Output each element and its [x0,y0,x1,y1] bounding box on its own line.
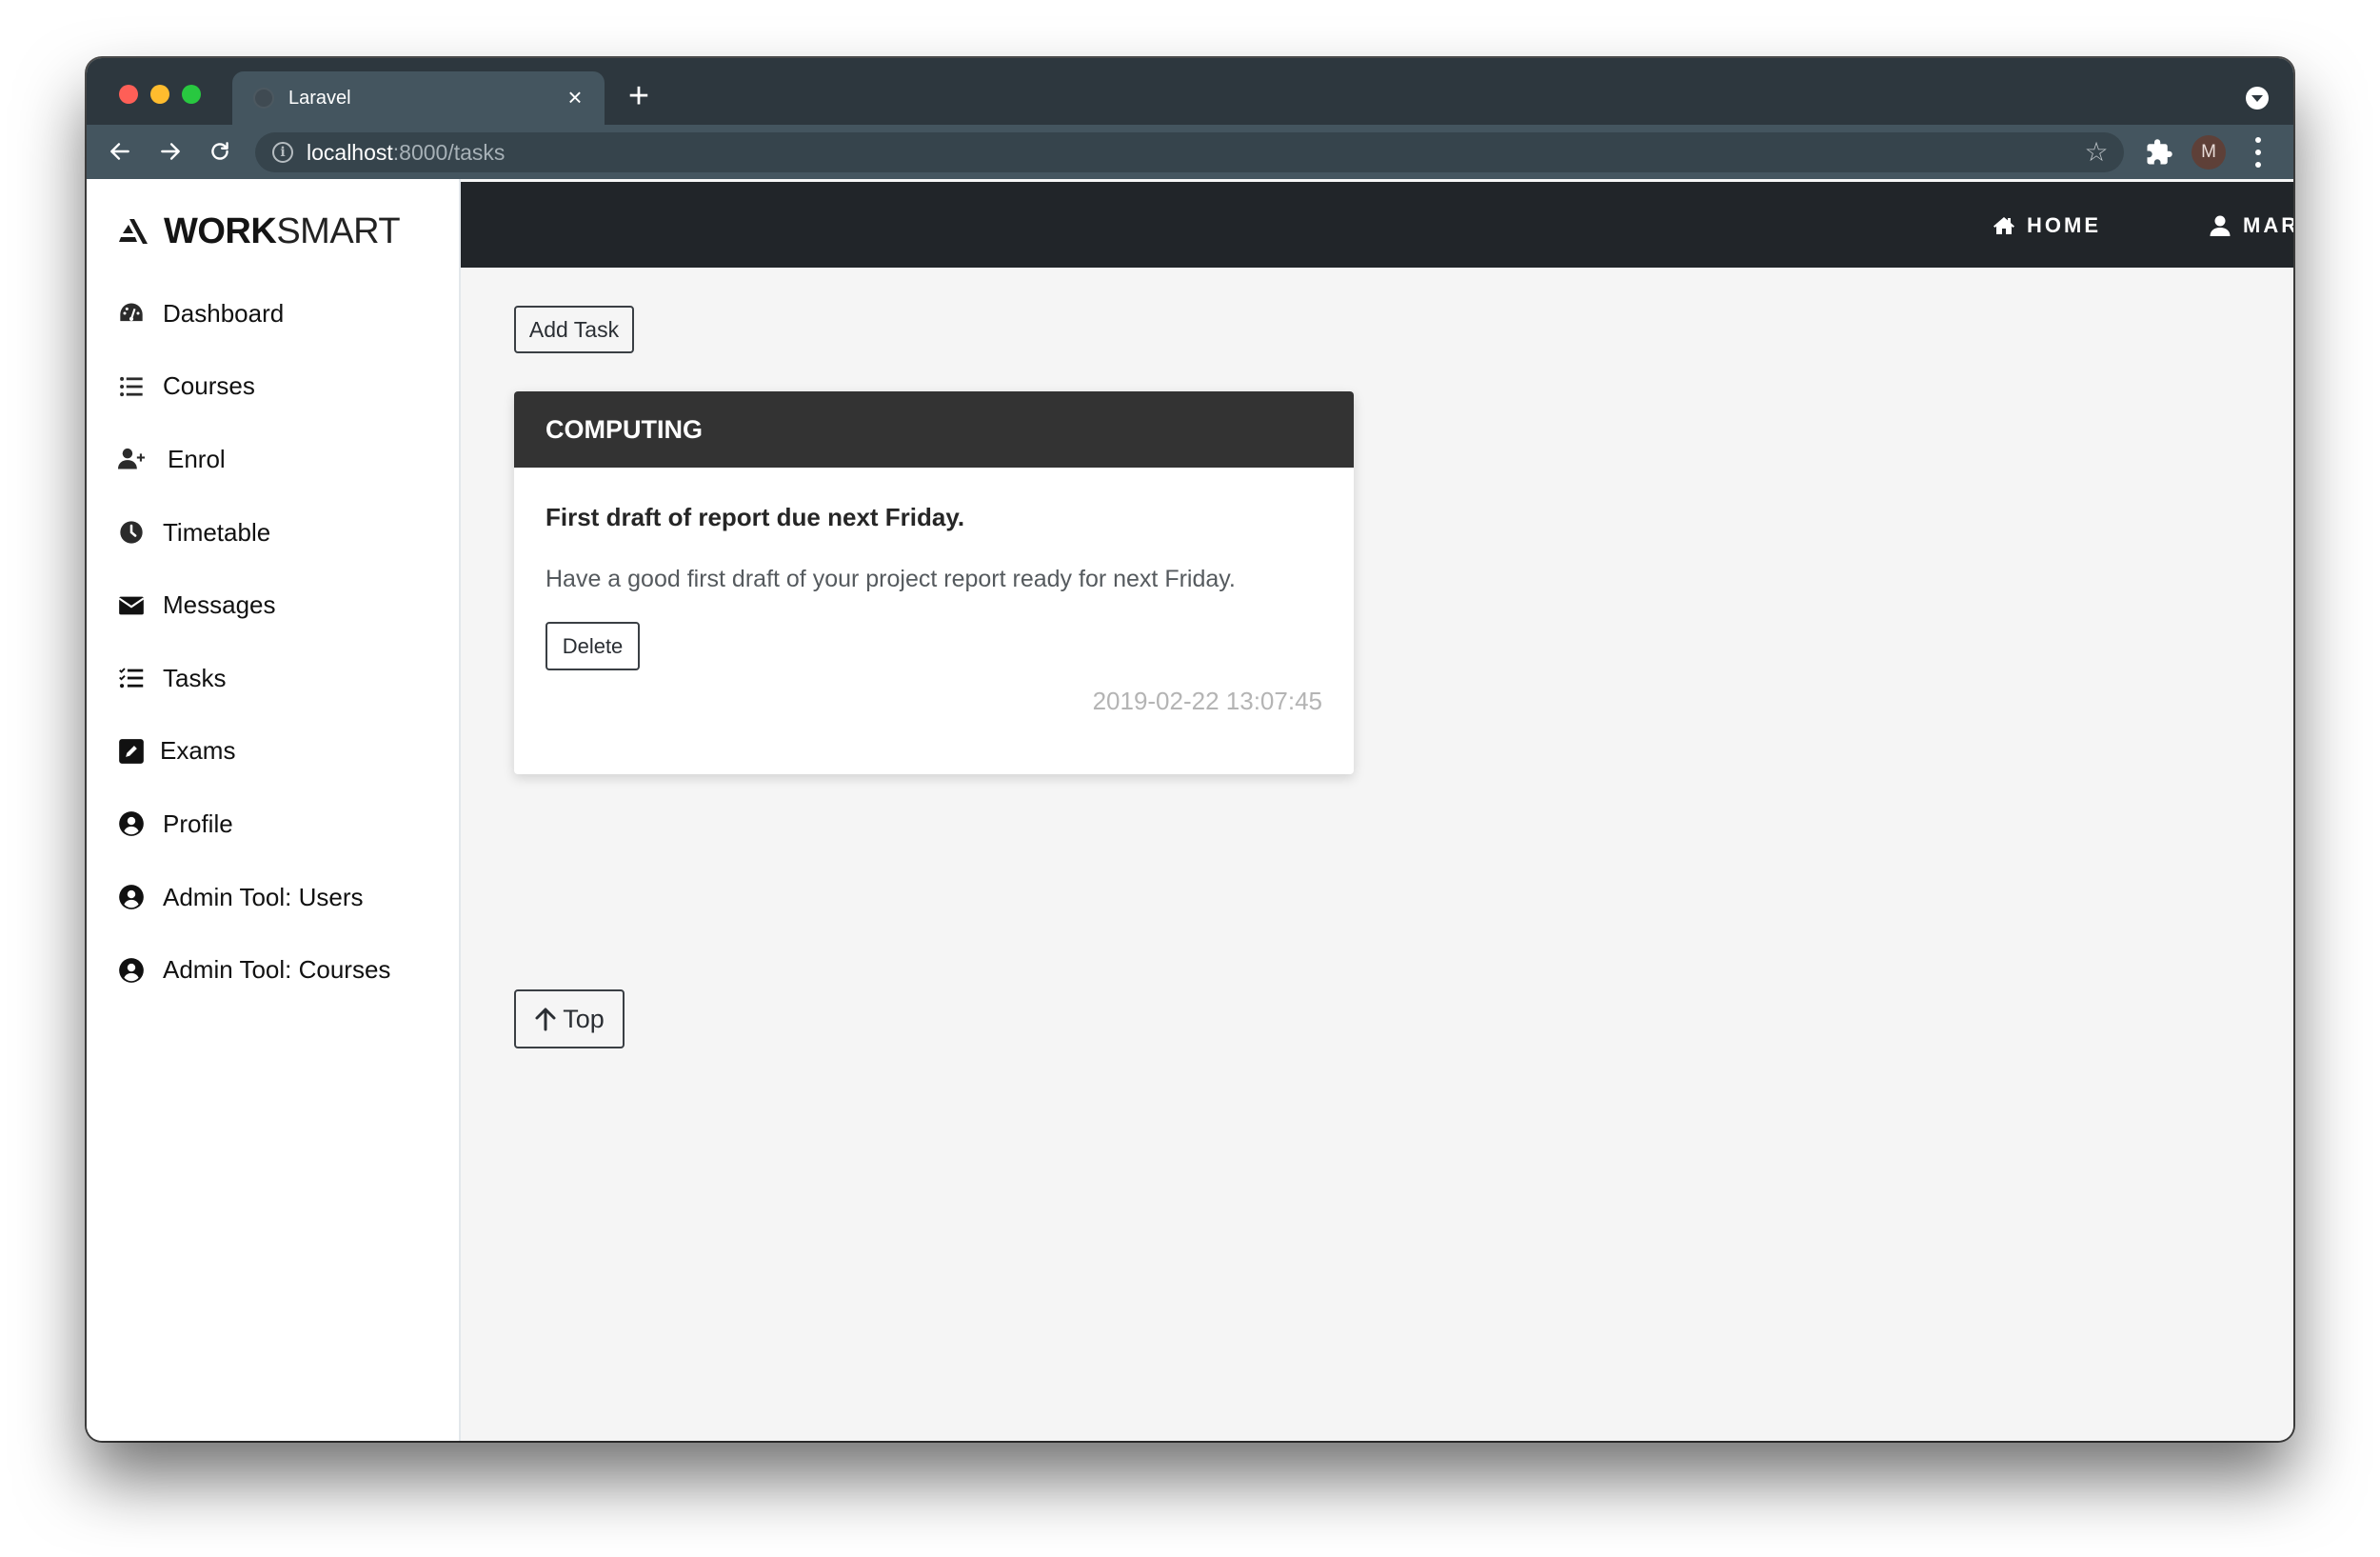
task-timestamp: 2019-02-22 13:07:45 [1092,687,1322,715]
sidebar-item-label: Tasks [163,663,227,692]
sidebar-item-messages[interactable]: Messages [87,569,459,642]
url-text[interactable]: localhost:8000/tasks [307,141,505,164]
globe-icon [253,88,274,109]
worksmart-logo-icon [119,219,148,244]
info-icon[interactable]: i [272,142,293,163]
sidebar-item-label: Dashboard [163,298,285,328]
sidebar-item-label: Exams [160,736,236,766]
back-to-top-button[interactable]: Top [514,989,625,1048]
user-icon [2210,215,2231,236]
back-button[interactable] [101,132,139,170]
task-title: First draft of report due next Friday. [545,503,965,531]
nav-user-dropdown[interactable]: MARK [2209,212,2293,239]
sidebar-item-admin-courses[interactable]: Admin Tool: Courses [87,933,459,1007]
sidebar-item-label: Admin Tool: Courses [163,955,391,985]
arrow-left-icon [110,143,129,160]
reload-button[interactable] [201,132,239,170]
user-circle-icon [118,884,145,910]
sidebar-item-label: Timetable [163,517,271,547]
task-course-header: COMPUTING [514,391,1354,468]
arrow-up-icon [535,1008,556,1031]
tasks-icon [118,665,145,691]
delete-task-button[interactable]: Delete [545,622,640,670]
sidebar-item-enrol[interactable]: Enrol [87,423,459,496]
sidebar-item-label: Messages [163,590,276,620]
sidebar: WORKSMART Dashboard Courses Enrol Timeta… [87,179,461,1441]
sidebar-item-dashboard[interactable]: Dashboard [87,277,459,350]
new-tab-button[interactable]: + [620,77,658,115]
sidebar-item-label: Enrol [168,444,226,473]
sidebar-item-admin-users[interactable]: Admin Tool: Users [87,861,459,934]
brand-name-bold: WORK [164,210,277,251]
edit-icon [118,738,145,765]
browser-tab[interactable]: Laravel × [232,71,605,125]
tachometer-icon [118,300,145,327]
nav-user-label: MARK [2243,213,2293,237]
tab-title: Laravel [288,88,351,109]
page-content: WORKSMART Dashboard Courses Enrol Timeta… [87,179,2293,1441]
arrow-right-icon [161,143,180,160]
reload-icon [211,142,228,160]
browser-toolbar: i localhost:8000/tasks ☆ M [87,125,2293,179]
sidebar-item-profile[interactable]: Profile [87,788,459,861]
sidebar-item-timetable[interactable]: Timetable [87,496,459,569]
home-icon [1993,217,2014,234]
maximize-window-button[interactable] [182,85,201,104]
clock-icon [118,519,145,546]
nav-home-link[interactable]: HOME [1993,212,2101,239]
sidebar-item-label: Admin Tool: Users [163,882,364,911]
back-to-top-label: Top [563,1005,605,1033]
minimize-window-button[interactable] [150,85,169,104]
brand-logo[interactable]: WORKSMART [118,208,401,255]
url-path: :8000/tasks [392,140,506,165]
nav-home-label: HOME [2027,213,2101,237]
sidebar-nav: Dashboard Courses Enrol Timetable Messag… [87,277,459,1007]
add-task-button[interactable]: Add Task [514,306,634,353]
close-window-button[interactable] [119,85,138,104]
list-icon [118,373,145,400]
task-description: Have a good first draft of your project … [545,566,1236,592]
brand-name-light: SMART [276,210,401,251]
sidebar-item-courses[interactable]: Courses [87,350,459,424]
tab-strip: Laravel × + [87,58,2293,125]
browser-window: Laravel × + i localhost:8000/tasks ☆ M W… [87,58,2293,1441]
bookmark-star-icon[interactable]: ☆ [2082,138,2111,167]
url-host: localhost [307,140,393,165]
main-area: Add Task COMPUTING First draft of report… [461,268,2293,1441]
user-plus-icon [118,446,145,472]
puzzle-extension-icon[interactable] [2145,138,2173,167]
user-circle-icon [118,957,145,984]
tab-search-icon[interactable] [2246,87,2269,110]
top-navbar: HOME MARK [461,182,2293,268]
forward-button[interactable] [151,132,189,170]
address-bar[interactable]: i localhost:8000/tasks ☆ [255,132,2124,172]
sidebar-item-label: Courses [163,371,255,401]
profile-avatar[interactable]: M [2192,135,2226,170]
more-menu-icon[interactable] [2249,137,2268,168]
sidebar-item-tasks[interactable]: Tasks [87,642,459,715]
sidebar-item-label: Profile [163,808,233,838]
task-card: COMPUTING First draft of report due next… [514,391,1354,774]
close-tab-icon[interactable]: × [561,83,589,111]
envelope-icon [118,592,145,619]
sidebar-item-exams[interactable]: Exams [87,715,459,788]
user-circle-icon [118,810,145,837]
